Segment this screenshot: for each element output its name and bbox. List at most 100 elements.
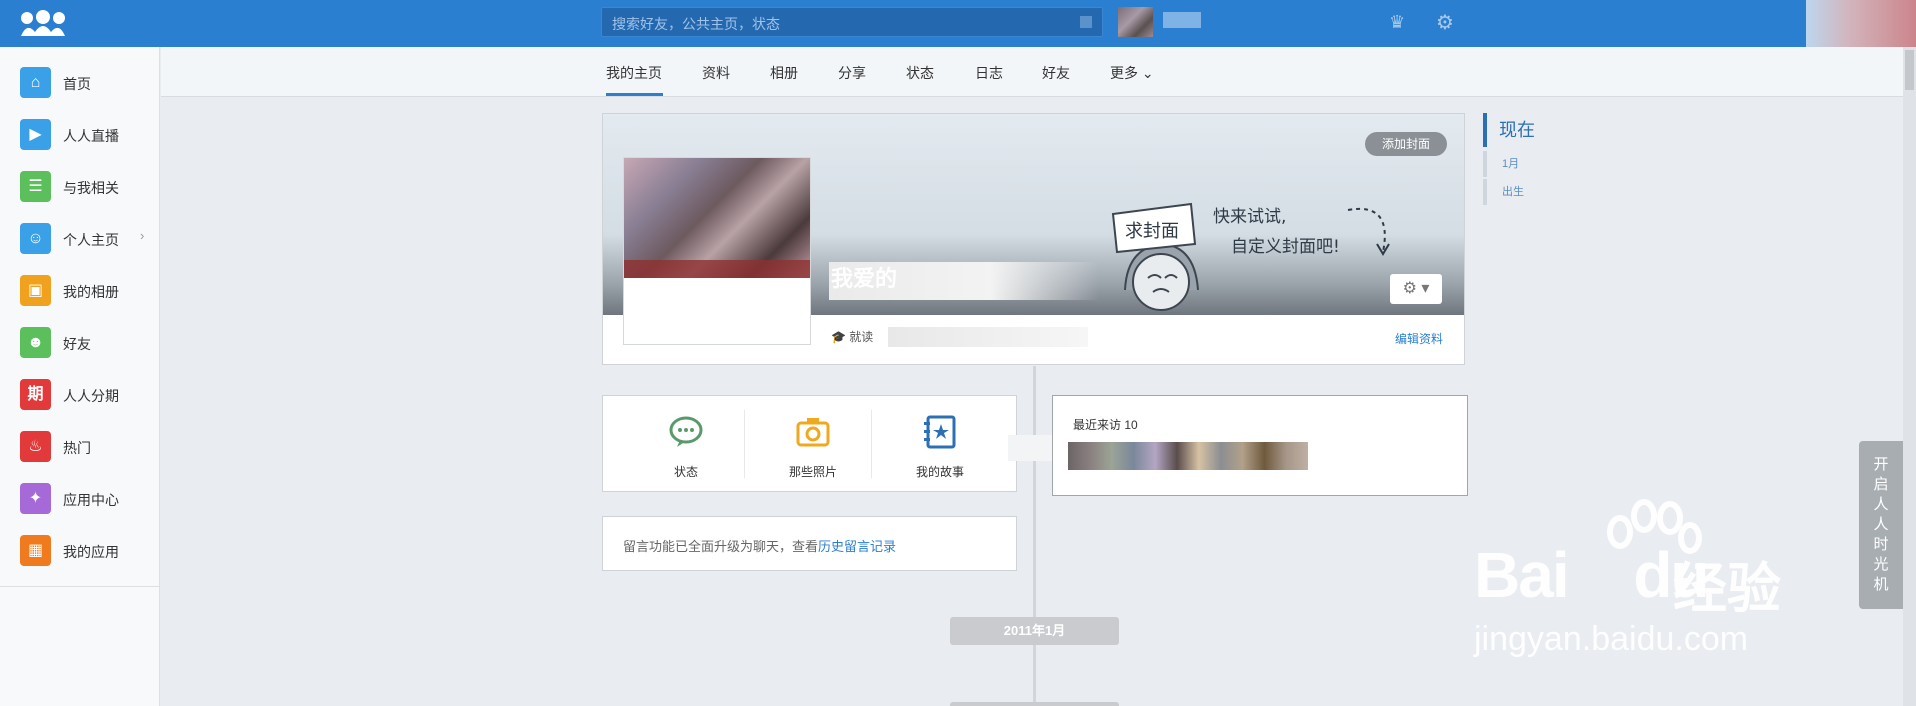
tab-6[interactable]: 好友 — [1042, 63, 1070, 83]
sidebar-item-label: 首页 — [63, 76, 91, 92]
tab-label: 相册 — [770, 65, 798, 81]
user-icon: ☺ — [20, 223, 51, 254]
installment-icon: 期 — [20, 379, 51, 410]
tab-label: 分享 — [838, 65, 866, 81]
timeline-birth[interactable]: 出生 — [1483, 179, 1563, 205]
scrollbar[interactable] — [1903, 47, 1916, 706]
tab-2[interactable]: 相册 — [770, 63, 798, 83]
sidebar-item-label: 人人直播 — [63, 128, 119, 144]
slogan-line2: 自定义封面吧! — [1231, 237, 1340, 257]
time-machine-char: 光 — [1873, 556, 1889, 573]
add-cover-button[interactable]: 添加封面 — [1365, 132, 1447, 156]
tab-7[interactable]: 更多 ⌄ — [1110, 63, 1154, 83]
watermark-url: jingyan.baidu.com — [1474, 620, 1749, 658]
sidebar-item-2[interactable]: ☰ 与我相关 — [0, 160, 159, 212]
album-icon: ▣ — [20, 275, 51, 306]
sidebar-item-8[interactable]: ✦ 应用中心 — [0, 472, 159, 524]
time-machine-char: 开 — [1873, 456, 1889, 473]
sidebar-item-label: 与我相关 — [63, 180, 119, 196]
search-icon[interactable] — [1080, 16, 1092, 28]
sidebar-item-4[interactable]: ▣ 我的相册 — [0, 264, 159, 316]
apps-icon: ▦ — [20, 535, 51, 566]
slogan-line1: 快来试试, — [1213, 207, 1286, 227]
sidebar-item-label: 人人分期 — [63, 388, 119, 404]
watermark-cn: 经验 — [1673, 559, 1781, 619]
message-text: 留言功能已全面升级为聊天，查看历史留言记录 — [623, 536, 896, 555]
year-badge[interactable]: 2011年1月 — [950, 617, 1119, 645]
time-machine-char: 机 — [1873, 576, 1889, 593]
hot-icon: ♨ — [20, 431, 51, 462]
visitors-title: 最近来访 10 — [1073, 418, 1138, 432]
gear-icon: ⚙ ▾ — [1402, 280, 1430, 297]
tab-5[interactable]: 日志 — [975, 63, 1003, 83]
scrollbar-thumb[interactable] — [1905, 50, 1914, 90]
time-machine-button[interactable]: 开启人人时光机 — [1859, 441, 1903, 609]
tab-1[interactable]: 资料 — [702, 63, 730, 83]
sidebar-item-1[interactable]: ▶ 人人直播 — [0, 108, 159, 160]
gamepad-icon: ✦ — [20, 483, 51, 514]
tab-4[interactable]: 状态 — [906, 63, 934, 83]
action-divider — [871, 410, 872, 478]
sidebar-divider — [0, 586, 159, 587]
friends-icon: ☻ — [20, 327, 51, 358]
tab-label: 状态 — [906, 65, 934, 81]
sidebar-item-7[interactable]: ♨ 热门 — [0, 420, 159, 472]
visitor-blur — [1008, 435, 1056, 461]
gear-icon[interactable]: ⚙ — [1436, 10, 1458, 34]
sidebar-item-label: 我的相册 — [63, 284, 119, 300]
sidebar-item-6[interactable]: 期人人分期 — [0, 368, 159, 420]
action-label: 那些照片 — [788, 465, 837, 479]
top-bar: 搜索好友，公共主页，状态 ♛ ⚙ — [0, 0, 1916, 50]
timeline-month[interactable]: 1月 — [1483, 151, 1563, 177]
time-machine-char: 启 — [1873, 476, 1889, 493]
sidebar-item-label: 我的应用 — [63, 544, 119, 560]
sidebar-item-9[interactable]: ▦ 我的应用 — [0, 524, 159, 576]
sidebar-item-5[interactable]: ☻ 好友 — [0, 316, 159, 368]
tab-label: 日志 — [975, 65, 1003, 81]
message-history-link[interactable]: 历史留言记录 — [818, 539, 896, 554]
message-body: 留言功能已全面升级为聊天，查看 — [623, 539, 819, 554]
profile-name: 我爱的 — [831, 266, 898, 291]
crown-icon[interactable]: ♛ — [1389, 12, 1411, 32]
sidebar-item-0[interactable]: ⌂ 首页 — [0, 56, 159, 108]
chevron-right-icon: › — [140, 228, 145, 243]
next-year-badge — [950, 702, 1119, 706]
video-icon: ▶ — [20, 119, 51, 150]
visitor-avatars[interactable] — [1068, 442, 1308, 470]
active-tab-indicator — [606, 93, 663, 96]
school-info: 🎓 就读 — [831, 328, 873, 345]
timeline-line — [1033, 366, 1036, 706]
profile-tab-bar — [161, 47, 1916, 97]
renren-logo[interactable] — [18, 8, 68, 38]
action-photos[interactable]: 那些照片 — [763, 414, 863, 480]
sidebar: ⌂ 首页 ▶ 人人直播 ☰ 与我相关 ☺ 个人主页 › ▣ 我的相册 ☻ 好友期人人分期 ♨ 热门 ✦ 应用中心… — [0, 47, 160, 706]
speech-bubble-icon — [669, 416, 703, 447]
tab-0[interactable]: 我的主页 — [606, 63, 662, 83]
action-status[interactable]: 状态 — [636, 414, 736, 480]
search-input[interactable]: 搜索好友，公共主页，状态 — [601, 7, 1103, 37]
user-name-blurred[interactable] — [1163, 12, 1201, 28]
timeline-now[interactable]: 现在 — [1483, 113, 1563, 147]
sidebar-item-3[interactable]: ☺ 个人主页 › — [0, 212, 159, 264]
action-divider — [744, 410, 745, 478]
action-story[interactable]: 我的故事 — [890, 414, 990, 480]
sidebar-item-label: 应用中心 — [63, 492, 119, 508]
time-machine-char: 人 — [1873, 496, 1889, 513]
home-icon: ⌂ — [20, 67, 51, 98]
cover-settings-button[interactable]: ⚙ ▾ — [1390, 274, 1442, 304]
chevron-down-icon: ⌄ — [1138, 65, 1154, 81]
school-prefix: 就读 — [849, 330, 874, 344]
cover-illustration: 求封面 快来试试, 自定义封面吧! — [1111, 202, 1390, 311]
user-avatar[interactable] — [1118, 7, 1153, 37]
graduation-cap-icon: 🎓 — [831, 330, 846, 344]
sidebar-item-label: 个人主页 — [63, 232, 119, 248]
tab-label: 我的主页 — [606, 65, 662, 81]
tab-3[interactable]: 分享 — [838, 63, 866, 83]
profile-image-band — [624, 260, 810, 278]
edit-profile-link[interactable]: 编辑资料 — [1395, 330, 1443, 347]
watermark-main: Bai — [1474, 539, 1570, 611]
tab-label: 资料 — [702, 65, 730, 81]
profile-picture[interactable] — [623, 157, 811, 345]
school-blur — [888, 327, 1088, 347]
search-placeholder: 搜索好友，公共主页，状态 — [612, 16, 780, 32]
